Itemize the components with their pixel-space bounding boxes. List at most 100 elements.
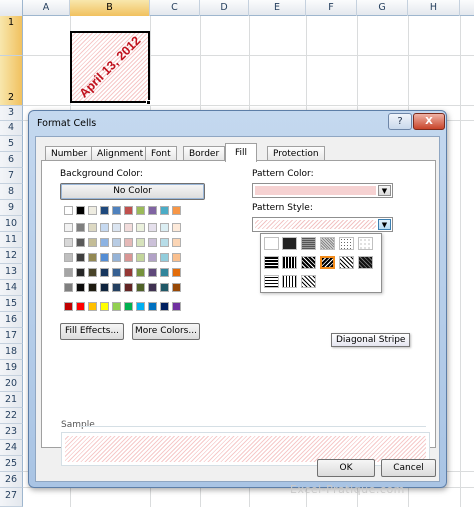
color-swatch[interactable]: [124, 283, 133, 292]
row-header-16[interactable]: 16: [0, 312, 23, 328]
color-swatch[interactable]: [76, 302, 85, 311]
color-swatch[interactable]: [148, 223, 157, 232]
fill-handle[interactable]: [146, 100, 151, 105]
color-swatch[interactable]: [136, 283, 145, 292]
color-swatch[interactable]: [112, 223, 121, 232]
color-swatch[interactable]: [124, 268, 133, 277]
color-swatch[interactable]: [172, 238, 181, 247]
color-swatch[interactable]: [88, 268, 97, 277]
row-header-18[interactable]: 18: [0, 344, 23, 360]
color-swatch[interactable]: [172, 268, 181, 277]
row-header-23[interactable]: 23: [0, 424, 23, 440]
row-header-11[interactable]: 11: [0, 232, 23, 248]
color-swatch[interactable]: [160, 206, 169, 215]
color-swatch[interactable]: [76, 238, 85, 247]
color-swatch[interactable]: [88, 206, 97, 215]
close-button[interactable]: X: [413, 113, 445, 130]
row-header-21[interactable]: 21: [0, 392, 23, 408]
color-swatch[interactable]: [88, 302, 97, 311]
color-swatch[interactable]: [136, 223, 145, 232]
color-swatch[interactable]: [124, 253, 133, 262]
color-swatch[interactable]: [160, 268, 169, 277]
row-header-24[interactable]: 24: [0, 440, 23, 456]
column-header-c[interactable]: C: [150, 0, 200, 16]
color-swatch[interactable]: [100, 238, 109, 247]
color-swatch[interactable]: [148, 268, 157, 277]
row-header-26[interactable]: 26: [0, 472, 23, 488]
row-header-20[interactable]: 20: [0, 376, 23, 392]
row-header-12[interactable]: 12: [0, 248, 23, 264]
color-swatch[interactable]: [100, 253, 109, 262]
row-header-2[interactable]: 2: [0, 56, 23, 106]
tab-alignment[interactable]: Alignment: [91, 146, 150, 161]
row-header-4[interactable]: 4: [0, 121, 23, 136]
row-header-5[interactable]: 5: [0, 136, 23, 152]
help-button[interactable]: ?: [388, 113, 412, 130]
color-swatch[interactable]: [112, 206, 121, 215]
row-header-8[interactable]: 8: [0, 184, 23, 200]
merged-cell-b1[interactable]: April 13, 2012: [70, 31, 150, 103]
color-swatch[interactable]: [148, 283, 157, 292]
color-swatch[interactable]: [100, 302, 109, 311]
color-swatch[interactable]: [172, 302, 181, 311]
color-swatch[interactable]: [172, 206, 181, 215]
row-header-17[interactable]: 17: [0, 328, 23, 344]
pattern-none[interactable]: [264, 237, 279, 250]
pattern-50-gray[interactable]: [320, 237, 335, 250]
row-header-13[interactable]: 13: [0, 264, 23, 280]
pattern-vertical-stripe[interactable]: [282, 256, 297, 269]
color-swatch[interactable]: [100, 283, 109, 292]
color-swatch[interactable]: [100, 268, 109, 277]
color-swatch[interactable]: [64, 302, 73, 311]
column-header-a[interactable]: A: [23, 0, 70, 16]
color-swatch[interactable]: [64, 283, 73, 292]
row-header-9[interactable]: 9: [0, 200, 23, 216]
color-swatch[interactable]: [112, 283, 121, 292]
color-swatch[interactable]: [64, 238, 73, 247]
pattern-horizontal-stripe[interactable]: [264, 256, 279, 269]
row-header-1[interactable]: 1: [0, 16, 23, 56]
column-header-f[interactable]: F: [306, 0, 357, 16]
color-swatch[interactable]: [112, 253, 121, 262]
row-header-14[interactable]: 14: [0, 280, 23, 296]
color-swatch[interactable]: [172, 253, 181, 262]
column-header-e[interactable]: E: [249, 0, 306, 16]
color-swatch[interactable]: [172, 223, 181, 232]
column-header-d[interactable]: D: [200, 0, 249, 16]
tab-border[interactable]: Border: [183, 146, 226, 161]
color-swatch[interactable]: [160, 238, 169, 247]
color-swatch[interactable]: [76, 268, 85, 277]
color-swatch[interactable]: [76, 223, 85, 232]
color-swatch[interactable]: [76, 206, 85, 215]
color-swatch[interactable]: [64, 268, 73, 277]
row-header-3[interactable]: 3: [0, 106, 23, 121]
tab-font[interactable]: Font: [145, 146, 177, 161]
pattern-color-combo[interactable]: ▼: [252, 183, 393, 198]
pattern-reverse-diagonal-stripe[interactable]: [301, 256, 316, 269]
color-swatch[interactable]: [112, 302, 121, 311]
row-header-6[interactable]: 6: [0, 152, 23, 168]
color-swatch[interactable]: [124, 302, 133, 311]
color-swatch[interactable]: [124, 223, 133, 232]
color-swatch[interactable]: [160, 302, 169, 311]
color-swatch[interactable]: [148, 206, 157, 215]
pattern-diagonal-stripe[interactable]: [320, 256, 335, 269]
color-swatch[interactable]: [112, 238, 121, 247]
color-swatch[interactable]: [100, 223, 109, 232]
column-header-b[interactable]: B: [70, 0, 150, 16]
color-swatch[interactable]: [160, 223, 169, 232]
color-swatch[interactable]: [160, 253, 169, 262]
ok-button[interactable]: OK: [317, 459, 375, 477]
color-swatch[interactable]: [136, 302, 145, 311]
pattern-thin-horizontal-stripe[interactable]: [264, 275, 279, 288]
color-swatch[interactable]: [136, 253, 145, 262]
color-swatch[interactable]: [148, 238, 157, 247]
tab-number[interactable]: Number: [45, 146, 94, 161]
cancel-button[interactable]: Cancel: [381, 459, 436, 477]
no-color-button[interactable]: No Color: [60, 183, 205, 200]
color-swatch[interactable]: [64, 223, 73, 232]
color-swatch[interactable]: [136, 238, 145, 247]
pattern-solid[interactable]: [282, 237, 297, 250]
pattern-thin-vertical-stripe[interactable]: [282, 275, 297, 288]
chevron-down-icon[interactable]: ▼: [378, 219, 391, 230]
